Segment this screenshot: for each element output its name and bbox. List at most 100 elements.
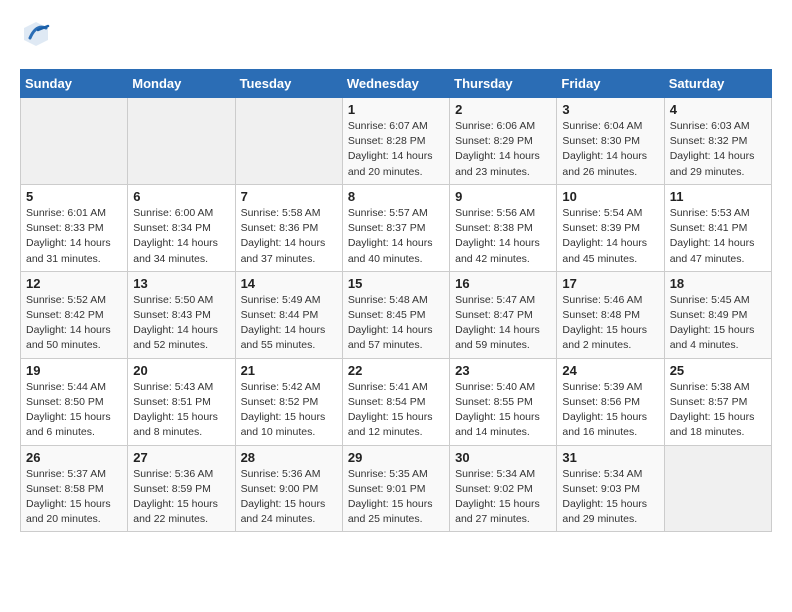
calendar-week-row: 1Sunrise: 6:07 AM Sunset: 8:28 PM Daylig… <box>21 98 772 185</box>
day-number: 21 <box>241 363 337 378</box>
calendar-cell: 10Sunrise: 5:54 AM Sunset: 8:39 PM Dayli… <box>557 184 664 271</box>
day-number: 6 <box>133 189 229 204</box>
cell-content: Sunrise: 5:49 AM Sunset: 8:44 PM Dayligh… <box>241 293 337 354</box>
day-number: 13 <box>133 276 229 291</box>
day-number: 30 <box>455 450 551 465</box>
calendar-week-row: 5 Sunrise: 6:01 AM Sunset: 8:33 PM Daylig… <box>21 184 772 271</box>
cell-content: Sunrise: 5:36 AM Sunset: 8:59 PM Dayligh… <box>133 467 229 528</box>
day-number: 24 <box>562 363 658 378</box>
cell-content: Sunrise: 5:45 AM Sunset: 8:49 PM Dayligh… <box>670 293 766 354</box>
day-number: 27 <box>133 450 229 465</box>
day-number: 9 <box>455 189 551 204</box>
cell-content: Sunrise: 5:47 AM Sunset: 8:47 PM Dayligh… <box>455 293 551 354</box>
weekday-header-tuesday: Tuesday <box>235 70 342 98</box>
day-number: 25 <box>670 363 766 378</box>
day-number: 5 <box>26 189 122 204</box>
weekday-header-saturday: Saturday <box>664 70 771 98</box>
day-number: 12 <box>26 276 122 291</box>
calendar-cell: 19 Sunrise: 5:44 AM Sunset: 8:50 PM Dayli… <box>21 358 128 445</box>
cell-content: Sunrise: 5:38 AM Sunset: 8:57 PM Dayligh… <box>670 380 766 441</box>
calendar-header: SundayMondayTuesdayWednesdayThursdayFrid… <box>21 70 772 98</box>
cell-content: Sunrise: 6:03 AM Sunset: 8:32 PM Dayligh… <box>670 119 766 180</box>
calendar-week-row: 26 Sunrise: 5:37 AM Sunset: 8:58 PM Dayli… <box>21 445 772 532</box>
calendar-cell <box>128 98 235 185</box>
weekday-header-monday: Monday <box>128 70 235 98</box>
cell-content: Sunrise: 5:35 AM Sunset: 9:01 PM Dayligh… <box>348 467 444 528</box>
calendar-cell: 8 Sunrise: 5:57 AM Sunset: 8:37 PM Daylig… <box>342 184 449 271</box>
cell-content: Sunrise: 5:48 AM Sunset: 8:45 PM Dayligh… <box>348 293 444 354</box>
calendar-cell: 20 Sunrise: 5:43 AM Sunset: 8:51 PM Dayli… <box>128 358 235 445</box>
logo <box>20 20 50 53</box>
day-number: 11 <box>670 189 766 204</box>
cell-content: Sunrise: 5:34 AM Sunset: 9:03 PM Dayligh… <box>562 467 658 528</box>
day-number: 8 <box>348 189 444 204</box>
cell-content: Sunrise: 5:36 AM Sunset: 9:00 PM Dayligh… <box>241 467 337 528</box>
weekday-header-sunday: Sunday <box>21 70 128 98</box>
calendar-cell <box>235 98 342 185</box>
cell-content: Sunrise: 5:44 AM Sunset: 8:50 PM Dayligh… <box>26 380 122 441</box>
day-number: 1 <box>348 102 444 117</box>
cell-content: Sunrise: 5:40 AM Sunset: 8:55 PM Dayligh… <box>455 380 551 441</box>
calendar-cell: 11Sunrise: 5:53 AM Sunset: 8:41 PM Dayli… <box>664 184 771 271</box>
calendar-cell <box>664 445 771 532</box>
cell-content: Sunrise: 5:57 AM Sunset: 8:37 PM Dayligh… <box>348 206 444 267</box>
day-number: 16 <box>455 276 551 291</box>
calendar-cell: 31 Sunrise: 5:34 AM Sunset: 9:03 PM Dayli… <box>557 445 664 532</box>
calendar-body: 1Sunrise: 6:07 AM Sunset: 8:28 PM Daylig… <box>21 98 772 532</box>
calendar-cell: 12 Sunrise: 5:52 AM Sunset: 8:42 PM Dayli… <box>21 271 128 358</box>
cell-content: Sunrise: 6:06 AM Sunset: 8:29 PM Dayligh… <box>455 119 551 180</box>
calendar-cell: 22 Sunrise: 5:41 AM Sunset: 8:54 PM Dayli… <box>342 358 449 445</box>
cell-content: Sunrise: 5:52 AM Sunset: 8:42 PM Dayligh… <box>26 293 122 354</box>
day-number: 26 <box>26 450 122 465</box>
calendar-cell: 25 Sunrise: 5:38 AM Sunset: 8:57 PM Dayli… <box>664 358 771 445</box>
cell-content: Sunrise: 6:04 AM Sunset: 8:30 PM Dayligh… <box>562 119 658 180</box>
day-number: 23 <box>455 363 551 378</box>
cell-content: Sunrise: 5:58 AM Sunset: 8:36 PM Dayligh… <box>241 206 337 267</box>
day-number: 15 <box>348 276 444 291</box>
day-number: 31 <box>562 450 658 465</box>
calendar-cell: 24 Sunrise: 5:39 AM Sunset: 8:56 PM Dayli… <box>557 358 664 445</box>
calendar-cell: 6Sunrise: 6:00 AM Sunset: 8:34 PM Daylig… <box>128 184 235 271</box>
weekday-header-row: SundayMondayTuesdayWednesdayThursdayFrid… <box>21 70 772 98</box>
day-number: 29 <box>348 450 444 465</box>
day-number: 10 <box>562 189 658 204</box>
calendar-cell: 4 Sunrise: 6:03 AM Sunset: 8:32 PM Daylig… <box>664 98 771 185</box>
day-number: 7 <box>241 189 337 204</box>
calendar-cell: 3 Sunrise: 6:04 AM Sunset: 8:30 PM Daylig… <box>557 98 664 185</box>
day-number: 20 <box>133 363 229 378</box>
calendar-cell: 26 Sunrise: 5:37 AM Sunset: 8:58 PM Dayli… <box>21 445 128 532</box>
day-number: 19 <box>26 363 122 378</box>
calendar-cell <box>21 98 128 185</box>
calendar-cell: 18 Sunrise: 5:45 AM Sunset: 8:49 PM Dayli… <box>664 271 771 358</box>
logo-icon <box>22 20 50 48</box>
calendar-cell: 5 Sunrise: 6:01 AM Sunset: 8:33 PM Daylig… <box>21 184 128 271</box>
day-number: 17 <box>562 276 658 291</box>
calendar-week-row: 19 Sunrise: 5:44 AM Sunset: 8:50 PM Dayli… <box>21 358 772 445</box>
calendar-week-row: 12 Sunrise: 5:52 AM Sunset: 8:42 PM Dayli… <box>21 271 772 358</box>
day-number: 14 <box>241 276 337 291</box>
day-number: 3 <box>562 102 658 117</box>
cell-content: Sunrise: 5:37 AM Sunset: 8:58 PM Dayligh… <box>26 467 122 528</box>
calendar-cell: 15 Sunrise: 5:48 AM Sunset: 8:45 PM Dayli… <box>342 271 449 358</box>
calendar-cell: 21Sunrise: 5:42 AM Sunset: 8:52 PM Dayli… <box>235 358 342 445</box>
calendar-cell: 30 Sunrise: 5:34 AM Sunset: 9:02 PM Dayli… <box>450 445 557 532</box>
day-number: 22 <box>348 363 444 378</box>
cell-content: Sunrise: 5:41 AM Sunset: 8:54 PM Dayligh… <box>348 380 444 441</box>
day-number: 2 <box>455 102 551 117</box>
calendar-cell: 28 Sunrise: 5:36 AM Sunset: 9:00 PM Dayli… <box>235 445 342 532</box>
day-number: 4 <box>670 102 766 117</box>
weekday-header-friday: Friday <box>557 70 664 98</box>
cell-content: Sunrise: 5:46 AM Sunset: 8:48 PM Dayligh… <box>562 293 658 354</box>
cell-content: Sunrise: 5:50 AM Sunset: 8:43 PM Dayligh… <box>133 293 229 354</box>
cell-content: Sunrise: 5:43 AM Sunset: 8:51 PM Dayligh… <box>133 380 229 441</box>
calendar-cell: 13 Sunrise: 5:50 AM Sunset: 8:43 PM Dayli… <box>128 271 235 358</box>
cell-content: Sunrise: 5:56 AM Sunset: 8:38 PM Dayligh… <box>455 206 551 267</box>
weekday-header-thursday: Thursday <box>450 70 557 98</box>
calendar-cell: 17 Sunrise: 5:46 AM Sunset: 8:48 PM Dayli… <box>557 271 664 358</box>
cell-content: Sunrise: 5:39 AM Sunset: 8:56 PM Dayligh… <box>562 380 658 441</box>
cell-content: Sunrise: 5:34 AM Sunset: 9:02 PM Dayligh… <box>455 467 551 528</box>
day-number: 28 <box>241 450 337 465</box>
day-number: 18 <box>670 276 766 291</box>
calendar-cell: 16 Sunrise: 5:47 AM Sunset: 8:47 PM Dayli… <box>450 271 557 358</box>
cell-content: Sunrise: 6:01 AM Sunset: 8:33 PM Dayligh… <box>26 206 122 267</box>
